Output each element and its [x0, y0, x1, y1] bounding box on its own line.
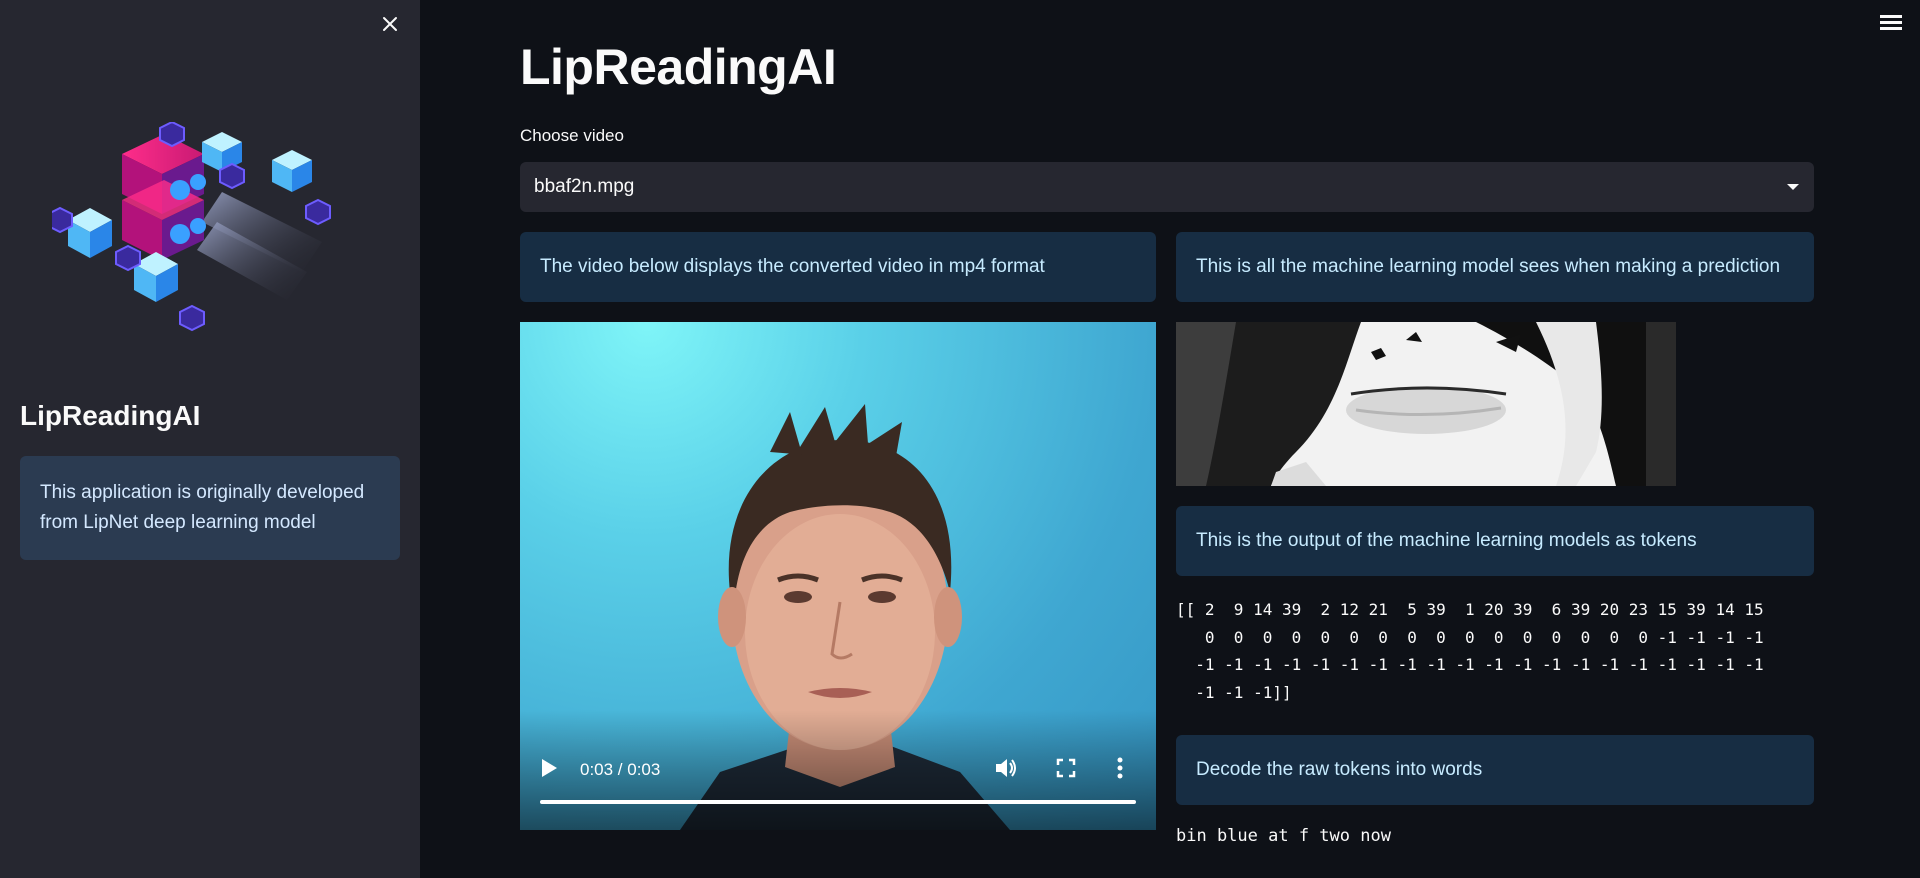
sidebar-title: LipReadingAI [20, 400, 201, 431]
close-sidebar-button[interactable] [378, 10, 402, 38]
model-input-frame [1176, 322, 1676, 486]
video-player[interactable]: 0:03 / 0:03 [520, 322, 1156, 830]
sidebar-info-box: This application is originally developed… [20, 456, 400, 560]
decode-info: Decode the raw tokens into words [1176, 735, 1814, 805]
model-input-info: This is all the machine learning model s… [1176, 232, 1814, 302]
sidebar: LipReadingAI This application is origina… [0, 0, 420, 878]
decoded-words-output: bin blue at f two now [1176, 826, 1391, 846]
volume-icon[interactable] [994, 757, 1018, 779]
hamburger-menu-icon [1880, 15, 1902, 18]
converted-video-info: The video below displays the converted v… [520, 232, 1156, 302]
video-select-value: bbaf2n.mpg [534, 176, 635, 197]
close-icon [383, 17, 397, 31]
play-icon[interactable] [540, 758, 558, 778]
video-progress-bar[interactable] [540, 800, 1136, 804]
raw-tokens-output: [[ 2 9 14 39 2 12 21 5 39 1 20 39 6 39 2… [1176, 600, 1764, 702]
video-select-label: Choose video [520, 126, 624, 145]
video-select[interactable]: bbaf2n.mpg [520, 162, 1814, 212]
main-menu-button[interactable] [1878, 12, 1904, 36]
fullscreen-icon[interactable] [1056, 758, 1076, 778]
chevron-down-icon [1787, 184, 1799, 190]
logo [52, 122, 331, 332]
page-title: LipReadingAI [520, 39, 837, 95]
more-options-icon[interactable] [1116, 756, 1124, 780]
app: LipReadingAI This application is origina… [0, 0, 1920, 878]
tokens-info: This is the output of the machine learni… [1176, 506, 1814, 576]
video-time: 0:03 / 0:03 [580, 760, 661, 779]
